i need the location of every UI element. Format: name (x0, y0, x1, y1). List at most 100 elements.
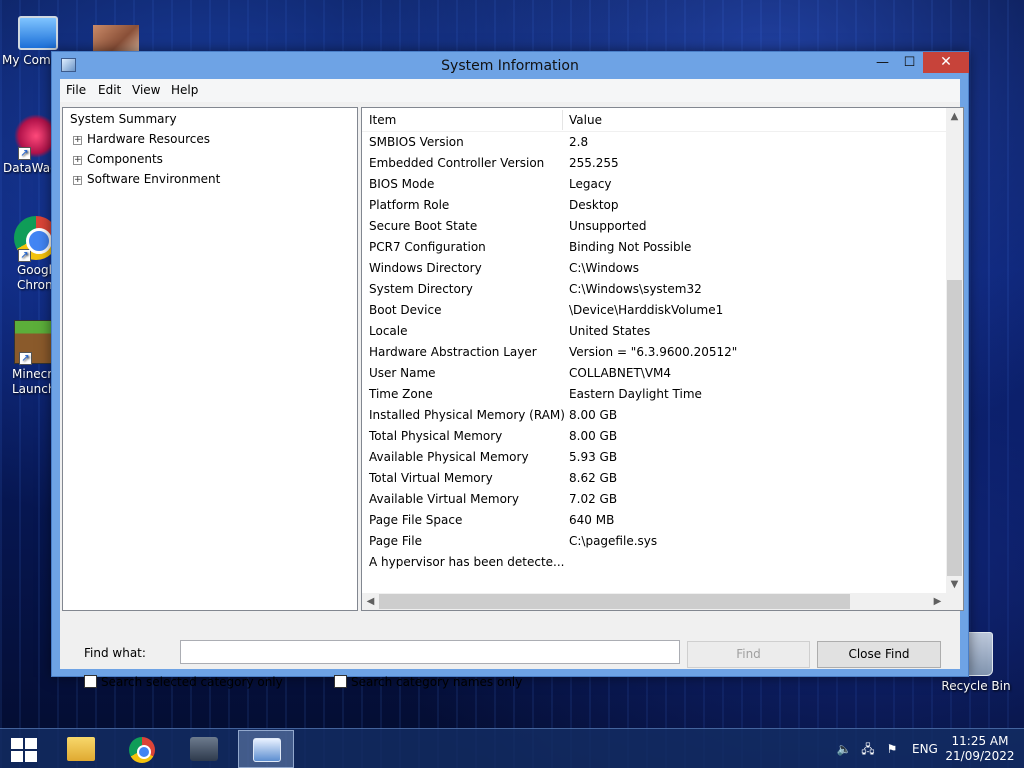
tree-item-components[interactable]: + Components (73, 151, 163, 167)
checkbox-label: Search selected category only (101, 675, 283, 689)
taskbar-file-explorer[interactable] (53, 730, 109, 768)
find-button[interactable]: Find (687, 641, 810, 668)
checkbox-label: Search category names only (351, 675, 523, 689)
menu-file[interactable]: File (66, 83, 86, 97)
scrollbar-corner (946, 593, 963, 610)
close-button[interactable]: ✕ (923, 52, 969, 73)
list-cell-value: 7.02 GB (569, 492, 618, 506)
network-icon[interactable]: 🖧 (860, 742, 876, 756)
search-selected-category-checkbox[interactable]: Search selected category only (84, 674, 283, 690)
clock-date: 21/09/2022 (945, 749, 1015, 763)
list-cell-item: SMBIOS Version (369, 135, 464, 149)
list-cell-item: Page File Space (369, 513, 463, 527)
title-bar[interactable]: System Information — ☐ ✕ (52, 52, 969, 79)
maximize-button[interactable]: ☐ (896, 52, 923, 73)
horizontal-scrollbar[interactable]: ◀ ▶ (362, 593, 946, 610)
checkbox-box[interactable] (84, 675, 97, 688)
list-cell-value: \Device\HarddiskVolume1 (569, 303, 724, 317)
list-row[interactable]: BIOS Mode Legacy (362, 174, 946, 195)
input-language-indicator[interactable]: ENG (912, 742, 938, 756)
list-row[interactable]: Platform Role Desktop (362, 195, 946, 216)
taskbar-system-information[interactable] (238, 730, 294, 768)
list-row[interactable]: Locale United States (362, 321, 946, 342)
shortcut-arrow-icon: ↗ (19, 352, 32, 365)
list-cell-item: Available Physical Memory (369, 450, 529, 464)
window-title: System Information (441, 58, 579, 74)
vertical-scroll-thumb[interactable] (947, 280, 962, 576)
scroll-down-arrow-icon[interactable]: ▼ (946, 576, 963, 593)
list-cell-value: 8.00 GB (569, 429, 618, 443)
vertical-scrollbar[interactable]: ▲ ▼ (946, 108, 963, 593)
clock[interactable]: 11:25 AM 21/09/2022 (944, 734, 1016, 764)
list-row[interactable]: Page File C:\pagefile.sys (362, 531, 946, 552)
list-cell-item: PCR7 Configuration (369, 240, 486, 254)
list-cell-item: Secure Boot State (369, 219, 478, 233)
category-tree[interactable]: System Summary + Hardware Resources + Comp… (62, 107, 358, 611)
minimize-button[interactable]: — (869, 52, 896, 73)
list-row[interactable]: Page File Space 640 MB (362, 510, 946, 531)
list-row[interactable]: Available Physical Memory 5.93 GB (362, 447, 946, 468)
list-row[interactable]: Installed Physical Memory (RAM) 8.00 GB (362, 405, 946, 426)
shortcut-arrow-icon: ↗ (18, 147, 31, 160)
list-row[interactable]: Total Virtual Memory 8.62 GB (362, 468, 946, 489)
column-header-value[interactable]: Value (569, 113, 602, 127)
list-row[interactable]: Windows Directory C:\Windows (362, 258, 946, 279)
column-header-item[interactable]: Item (369, 113, 396, 127)
menu-edit[interactable]: Edit (98, 83, 121, 97)
menu-help[interactable]: Help (171, 83, 198, 97)
list-cell-value: Eastern Daylight Time (569, 387, 702, 401)
scroll-left-arrow-icon[interactable]: ◀ (362, 593, 379, 610)
list-cell-item: System Directory (369, 282, 473, 296)
list-row[interactable]: Available Virtual Memory 7.02 GB (362, 489, 946, 510)
photo-thumbnail-icon[interactable] (93, 25, 139, 53)
expand-plus-icon[interactable]: + (73, 156, 82, 165)
checkbox-box[interactable] (334, 675, 347, 688)
list-row[interactable]: Boot Device \Device\HarddiskVolume1 (362, 300, 946, 321)
list-row[interactable]: Total Physical Memory 8.00 GB (362, 426, 946, 447)
taskbar: 🔈 🖧 ⚑ ENG 11:25 AM 21/09/2022 (0, 728, 1024, 768)
list-row[interactable]: Time Zone Eastern Daylight Time (362, 384, 946, 405)
taskbar-chrome[interactable] (115, 730, 171, 768)
list-cell-item: Boot Device (369, 303, 442, 317)
tree-item-label: Components (87, 152, 163, 166)
tree-item-system-summary[interactable]: System Summary (68, 111, 179, 127)
taskbar-tool-app[interactable] (176, 730, 232, 768)
list-row[interactable]: Hardware Abstraction Layer Version = "6.3… (362, 342, 946, 363)
close-find-button[interactable]: Close Find (817, 641, 941, 668)
scroll-up-arrow-icon[interactable]: ▲ (946, 108, 963, 125)
list-row[interactable]: User Name COLLABNET\VM4 (362, 363, 946, 384)
list-cell-item: Total Virtual Memory (369, 471, 493, 485)
expand-plus-icon[interactable]: + (73, 136, 82, 145)
list-cell-value: 640 MB (569, 513, 615, 527)
details-list[interactable]: Item Value SMBIOS Version 2.8 Embedded Con… (361, 107, 964, 611)
list-cell-item: Total Physical Memory (369, 429, 503, 443)
system-information-icon (253, 738, 281, 762)
list-row[interactable]: Embedded Controller Version 255.255 (362, 153, 946, 174)
shortcut-arrow-icon: ↗ (18, 249, 31, 262)
horizontal-scroll-thumb[interactable] (379, 594, 850, 609)
column-divider[interactable] (562, 110, 563, 130)
list-cell-value: 8.00 GB (569, 408, 618, 422)
list-cell-value: C:\pagefile.sys (569, 534, 658, 548)
list-row[interactable]: PCR7 Configuration Binding Not Possible (362, 237, 946, 258)
menu-view[interactable]: View (132, 83, 160, 97)
tree-item-hardware-resources[interactable]: + Hardware Resources (73, 131, 210, 147)
expand-plus-icon[interactable]: + (73, 176, 82, 185)
volume-muted-icon[interactable]: 🔈 (836, 742, 852, 756)
computer-icon (18, 16, 58, 50)
list-cell-value: Unsupported (569, 219, 647, 233)
list-row[interactable]: A hypervisor has been detecte... (362, 552, 946, 573)
search-category-names-checkbox[interactable]: Search category names only (334, 674, 522, 690)
list-row[interactable]: System Directory C:\Windows\system32 (362, 279, 946, 300)
scroll-right-arrow-icon[interactable]: ▶ (929, 593, 946, 610)
start-button[interactable] (6, 735, 40, 763)
menu-bar: File Edit View Help (60, 79, 960, 102)
list-cell-value: 5.93 GB (569, 450, 618, 464)
list-row[interactable]: SMBIOS Version 2.8 (362, 132, 946, 153)
find-what-input[interactable] (180, 640, 680, 664)
list-row[interactable]: Secure Boot State Unsupported (362, 216, 946, 237)
list-cell-value: 8.62 GB (569, 471, 618, 485)
action-center-flag-icon[interactable]: ⚑ (884, 742, 900, 756)
tree-item-software-environment[interactable]: + Software Environment (73, 171, 220, 187)
list-cell-item: A hypervisor has been detecte... (369, 555, 565, 569)
